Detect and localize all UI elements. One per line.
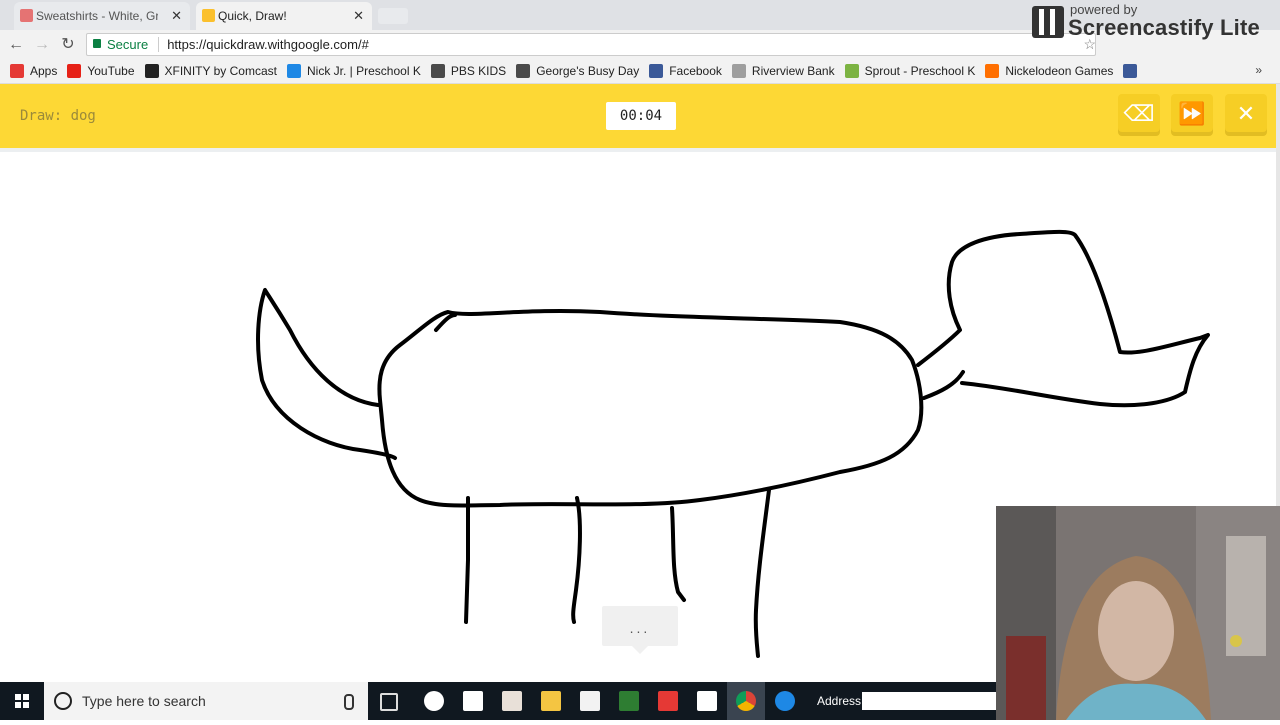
page-icon — [731, 64, 746, 78]
drawing-stroke — [922, 370, 965, 400]
bookmark-label: Nickelodeon Games — [1005, 64, 1114, 78]
bookmark-label: Apps — [30, 64, 58, 78]
tab-label: Quick, Draw! — [218, 9, 287, 23]
tab-sweatshirts[interactable]: Sweatshirts - White, Grey ✕ — [14, 2, 190, 30]
close-tab-icon[interactable]: ✕ — [353, 8, 364, 24]
tab-label: Sweatshirts - White, Grey — [36, 9, 158, 23]
bookmark-label: Facebook — [669, 64, 722, 78]
apps-grid-icon — [10, 64, 24, 78]
tab-quick-draw[interactable]: Quick, Draw! ✕ — [196, 2, 372, 30]
address-bar[interactable]: Secure https://quickdraw.withgoogle.com/… — [86, 33, 1096, 56]
drawing-stroke — [916, 229, 1210, 408]
bookmark-item[interactable]: Sprout - Preschool K — [844, 64, 976, 78]
internet-explorer-icon[interactable] — [775, 691, 795, 711]
mail-icon[interactable] — [463, 691, 483, 711]
bookmark-item[interactable]: PBS KIDS — [430, 64, 507, 78]
windows-taskbar: Type here to search Address — [0, 682, 996, 720]
xfinity-icon — [144, 64, 159, 78]
sprout-icon — [844, 64, 859, 78]
bookmark-label: George's Busy Day — [536, 64, 640, 78]
bookmark-item[interactable]: YouTube — [67, 64, 135, 78]
nickjr-icon — [287, 64, 301, 78]
new-tab-button[interactable] — [378, 8, 408, 24]
secure-indicator[interactable]: Secure — [87, 37, 160, 52]
bookmark-label: Nick Jr. | Preschool K — [307, 64, 421, 78]
bookmark-item[interactable] — [1123, 64, 1143, 78]
film-strip-icon — [1032, 6, 1064, 38]
taskbar-search-box[interactable]: Type here to search — [44, 682, 368, 720]
skip-forward-icon: ⏩ — [1178, 101, 1206, 126]
quickdraw-header: Draw: dog 00:04 ⌫ ⏩ ✕ — [0, 84, 1280, 148]
media-app-icon[interactable] — [424, 691, 444, 711]
bookmark-item[interactable]: Nickelodeon Games — [985, 64, 1113, 78]
nickelodeon-icon — [985, 64, 1000, 78]
chrome-taskbar-button[interactable] — [727, 682, 765, 720]
webcam-preview — [996, 506, 1280, 720]
store-icon[interactable] — [580, 691, 600, 711]
chrome-icon — [736, 691, 756, 711]
drawing-stroke — [670, 506, 686, 602]
eraser-icon: ⌫ — [1123, 101, 1155, 126]
bookmark-label: XFINITY by Comcast — [164, 64, 277, 78]
bookmark-label: YouTube — [87, 64, 135, 78]
screencastify-watermark: powered by Screencastify Lite — [1030, 0, 1280, 44]
cortana-icon — [54, 692, 72, 710]
guess-bubble-tail — [632, 646, 648, 654]
pbs-kids-icon — [516, 64, 531, 78]
drawing-stroke — [377, 309, 924, 508]
pbs-kids-icon — [430, 64, 445, 78]
bookmark-label: Sprout - Preschool K — [864, 64, 976, 78]
countdown-timer: 00:04 — [606, 102, 676, 130]
skip-button[interactable]: ⏩ — [1171, 94, 1213, 136]
ai-guess-bubble: ... — [602, 606, 678, 646]
drawing-stroke — [571, 496, 582, 624]
secure-label: Secure — [107, 37, 149, 52]
bookmark-item[interactable]: Nick Jr. | Preschool K — [287, 64, 421, 78]
bookmarks-bar: Apps YouTube XFINITY by Comcast Nick Jr. | … — [0, 59, 1280, 84]
bookmark-item[interactable]: Facebook — [649, 64, 722, 78]
youtube-icon — [67, 64, 82, 78]
watermark-name: Screencastify Lite — [1068, 15, 1260, 40]
bookmark-label: PBS KIDS — [450, 64, 507, 78]
forward-arrow-icon[interactable]: → — [32, 35, 52, 55]
clear-canvas-button[interactable]: ⌫ — [1118, 94, 1160, 136]
windows-start-button[interactable] — [0, 682, 44, 720]
draw-prompt: Draw: dog — [20, 108, 96, 124]
address-toolbar-input[interactable] — [862, 692, 996, 710]
drawing-stroke — [753, 488, 771, 658]
back-arrow-icon[interactable]: ← — [6, 35, 26, 55]
reload-icon[interactable]: ↻ — [58, 35, 78, 55]
tab-favicon-icon — [20, 9, 33, 22]
close-icon: ✕ — [1236, 101, 1256, 126]
bookmark-label: Riverview Bank — [751, 64, 835, 78]
facebook-icon — [649, 64, 664, 78]
file-explorer-icon[interactable] — [541, 691, 561, 711]
lock-icon — [93, 39, 101, 48]
bookmarks-overflow-icon[interactable]: » — [1255, 63, 1262, 77]
search-placeholder: Type here to search — [82, 693, 206, 709]
close-tab-icon[interactable]: ✕ — [171, 8, 182, 24]
amazon-icon[interactable] — [697, 691, 717, 711]
bookmark-item[interactable]: XFINITY by Comcast — [144, 64, 277, 78]
drawing-stroke — [256, 288, 397, 460]
address-toolbar-label: Address — [817, 694, 862, 708]
word-app-icon[interactable] — [619, 691, 639, 711]
windows-logo-icon — [15, 694, 29, 708]
bookmark-item[interactable]: Riverview Bank — [731, 64, 835, 78]
bookmark-item[interactable]: George's Busy Day — [516, 64, 639, 78]
drawing-stroke — [464, 496, 470, 624]
ebay-app-icon[interactable] — [502, 691, 522, 711]
url-text[interactable]: https://quickdraw.withgoogle.com/# — [167, 37, 369, 52]
tab-favicon-icon — [202, 9, 215, 22]
close-button[interactable]: ✕ — [1225, 94, 1267, 136]
facebook-icon — [1123, 64, 1138, 78]
task-view-icon[interactable] — [380, 693, 398, 711]
microphone-icon[interactable] — [344, 694, 354, 710]
apps-launcher-icon[interactable] — [658, 691, 678, 711]
bookmark-item[interactable]: Apps — [10, 64, 57, 78]
